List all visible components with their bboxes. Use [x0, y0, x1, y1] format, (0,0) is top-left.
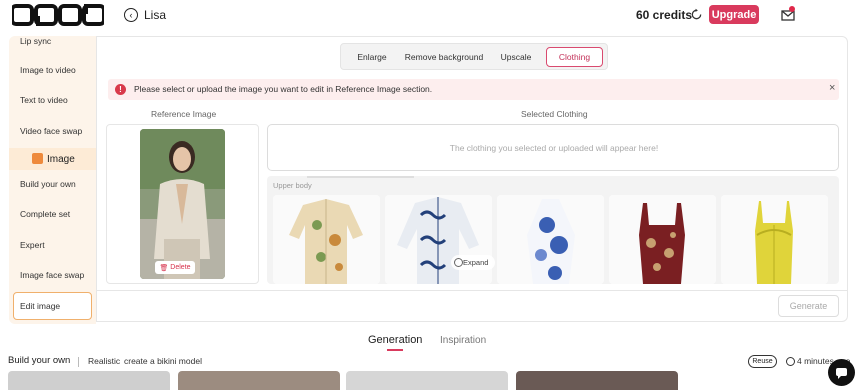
sidebar-item-video-face-swap[interactable]: Video face swap [9, 116, 96, 146]
notification-dot [789, 6, 795, 12]
delete-label: Delete [170, 264, 191, 271]
section-label: Image [47, 153, 75, 165]
sidebar-item-edit-image[interactable]: Edit image [13, 292, 92, 320]
expand-button[interactable]: Expand [451, 255, 495, 270]
chat-icon [836, 368, 847, 379]
separator [78, 357, 79, 367]
expand-icon [454, 258, 463, 267]
edit-panel: Enlarge Remove background Upscale Clothi… [96, 36, 848, 322]
sidebar-item-label: Lip sync [20, 36, 52, 46]
tab-generation[interactable]: Generation [368, 334, 422, 346]
reference-photo [140, 129, 225, 279]
tab-clothing[interactable]: Clothing [546, 47, 603, 67]
result-thumbnail[interactable] [346, 371, 508, 390]
generation-record-header: Build your own Realistic create a bikini… [0, 355, 855, 369]
sidebar-item-text-to-video[interactable]: Text to video [9, 85, 96, 115]
reuse-button[interactable]: Reuse [748, 355, 777, 368]
project-name: Lisa [144, 8, 167, 22]
clothing-item-red-floral-top[interactable] [609, 195, 716, 284]
reference-image-label: Reference Image [151, 109, 217, 119]
sidebar-item-image-to-video[interactable]: Image to video [9, 55, 96, 85]
sidebar-item-expert[interactable]: Expert [9, 230, 96, 260]
tab-enlarge[interactable]: Enlarge [347, 47, 397, 67]
alert-banner: ! Please select or upload the image you … [108, 79, 839, 100]
result-thumbnail[interactable] [178, 371, 340, 390]
clothing-item-blue-toile-shirt[interactable] [385, 195, 492, 284]
sidebar-item-label: Image to video [20, 65, 76, 75]
clothing-category: Upper body [273, 181, 312, 190]
brand-logo[interactable] [12, 4, 104, 26]
selected-clothing-label: Selected Clothing [521, 109, 588, 119]
alert-message: Please select or upload the image you wa… [134, 84, 433, 94]
generation-style: Realistic [88, 356, 121, 366]
alert-icon: ! [115, 84, 126, 95]
chat-support-button[interactable] [828, 359, 855, 386]
credits-count: 60 credits [636, 8, 693, 22]
clothing-item-blue-floral-halter[interactable] [497, 195, 604, 284]
back-icon[interactable]: ‹ [124, 8, 138, 22]
sidebar-item-complete-set[interactable]: Complete set [9, 199, 96, 229]
sidebar-item-image-face-swap[interactable]: Image face swap [9, 260, 96, 290]
reference-image-box[interactable]: 🗑 Delete [106, 124, 259, 284]
selected-clothing-box[interactable]: The clothing you selected or uploaded wi… [267, 124, 839, 171]
tab-upscale[interactable]: Upscale [491, 47, 541, 67]
clothing-item-floral-shirt[interactable] [273, 195, 380, 284]
sidebar-item-lip-sync[interactable]: Lip sync [9, 26, 96, 56]
sidebar-section-image[interactable]: Image [9, 148, 96, 170]
upgrade-button[interactable]: Upgrade [709, 5, 759, 24]
clock-icon [786, 357, 795, 366]
panel-divider [97, 290, 847, 291]
clothing-search-bar[interactable] [307, 176, 414, 178]
generate-button[interactable]: Generate [778, 295, 839, 317]
top-bar: ‹ Lisa 60 credits Upgrade [0, 0, 855, 30]
sidebar-item-label: Edit image [20, 301, 61, 311]
generation-mode: Build your own [8, 355, 71, 366]
clothing-item-yellow-lace-corset[interactable] [721, 195, 828, 284]
sidebar-item-label: Complete set [20, 209, 71, 219]
active-tab-indicator [387, 349, 403, 351]
close-icon[interactable]: × [829, 82, 835, 94]
sidebar-item-label: Text to video [20, 95, 68, 105]
delete-button[interactable]: 🗑 Delete [155, 261, 195, 274]
sidebar-item-label: Build your own [20, 179, 76, 189]
tab-remove-background[interactable]: Remove background [401, 47, 487, 67]
expand-label: Expand [463, 258, 489, 267]
tab-inspiration[interactable]: Inspiration [440, 335, 486, 346]
clothing-gallery: Upper body Expand [267, 176, 839, 284]
edit-tabs: Enlarge Remove background Upscale Clothi… [340, 43, 608, 70]
result-thumbnail[interactable] [516, 371, 678, 390]
sidebar: Lip sync Image to video Text to video Vi… [9, 36, 96, 324]
selected-clothing-placeholder: The clothing you selected or uploaded wi… [449, 143, 659, 153]
sidebar-item-label: Expert [20, 240, 45, 250]
generation-prompt: create a bikini model [124, 356, 202, 366]
refresh-icon[interactable] [690, 8, 703, 21]
result-thumbnail[interactable] [8, 371, 170, 390]
sidebar-item-label: Video face swap [20, 126, 83, 136]
image-icon [32, 153, 43, 164]
sidebar-item-build-your-own[interactable]: Build your own [9, 169, 96, 199]
sidebar-item-label: Image face swap [20, 270, 85, 280]
